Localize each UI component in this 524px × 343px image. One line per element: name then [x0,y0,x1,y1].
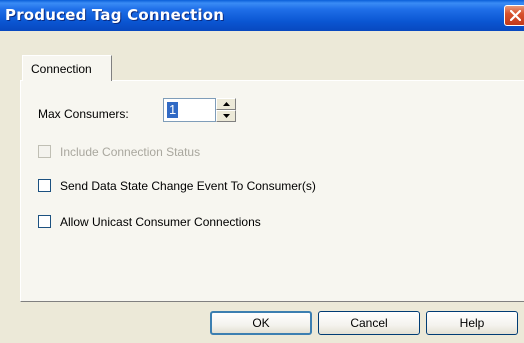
max-consumers-input[interactable]: 1 [163,98,216,122]
close-icon [510,10,521,21]
send-data-state-change-label: Send Data State Change Event To Consumer… [60,179,316,193]
send-data-state-change-checkbox[interactable] [38,179,51,192]
include-connection-status-label: Include Connection Status [60,145,201,159]
help-button[interactable]: Help [426,311,518,335]
spin-down-button[interactable] [216,110,236,122]
include-connection-status-checkbox[interactable] [38,145,51,158]
allow-unicast-label: Allow Unicast Consumer Connections [60,215,261,229]
cancel-button[interactable]: Cancel [318,311,420,335]
window-title: Produced Tag Connection [5,6,225,24]
tab-connection[interactable]: Connection [22,55,112,81]
arrow-down-icon [223,114,230,118]
ok-button[interactable]: OK [210,311,312,335]
max-consumers-label: Max Consumers: [38,107,129,121]
max-consumers-value: 1 [167,102,179,118]
close-button[interactable] [504,5,524,26]
tab-connection-label: Connection [31,62,92,76]
arrow-up-icon [223,102,230,106]
title-bar[interactable]: Produced Tag Connection [0,0,524,31]
max-consumers-spinner[interactable] [216,98,236,122]
allow-unicast-checkbox[interactable] [38,215,51,228]
spin-up-button[interactable] [216,98,236,110]
